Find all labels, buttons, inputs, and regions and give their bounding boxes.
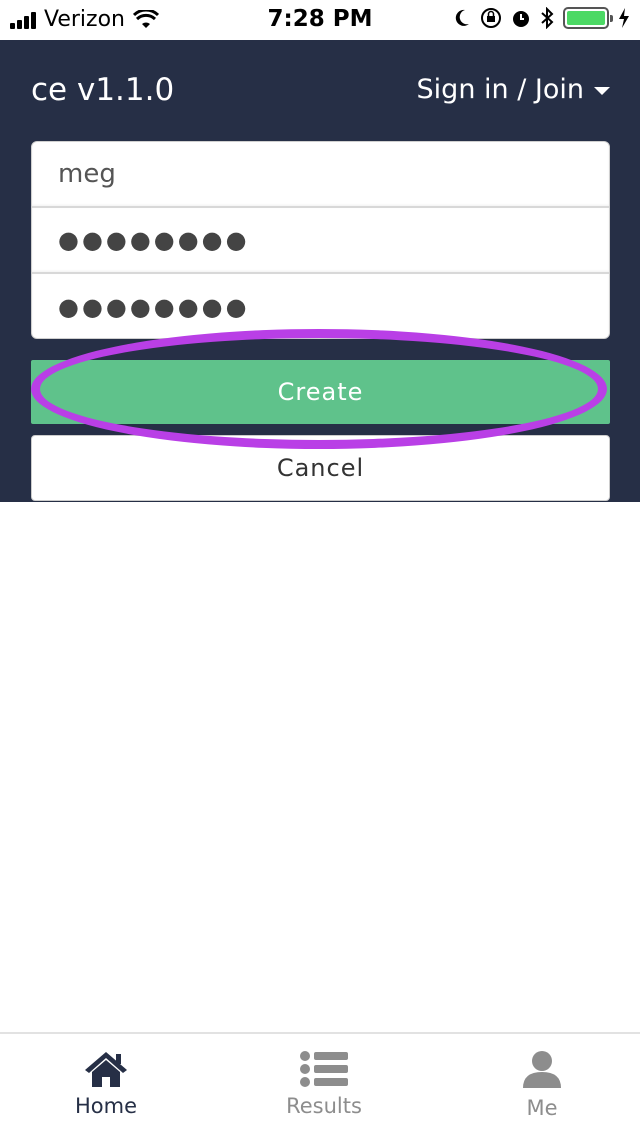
tab-bar: Home Results Me [0, 1032, 640, 1136]
app-title: ce v1.1.0 [31, 72, 175, 108]
sign-in-join-label: Sign in / Join [416, 74, 584, 105]
tab-results-label: Results [286, 1094, 362, 1118]
create-button[interactable]: Create [31, 360, 610, 424]
cancel-button[interactable]: Cancel [31, 435, 610, 501]
sign-in-join-menu[interactable]: Sign in / Join [417, 74, 610, 105]
battery-icon [563, 7, 613, 29]
alarm-icon [513, 11, 529, 27]
bluetooth-icon [541, 7, 554, 29]
confirm-password-field[interactable]: ●●●●●●●● [32, 274, 609, 338]
username-field[interactable]: meg [32, 142, 609, 208]
tab-home[interactable]: Home [46, 1050, 166, 1118]
rotation-lock-icon [481, 8, 501, 28]
user-icon [523, 1051, 561, 1088]
moon-icon [455, 9, 469, 26]
password-field[interactable]: ●●●●●●●● [32, 208, 609, 274]
signup-panel: ce v1.1.0 Sign in / Join meg ●●●●●●●● ●●… [0, 40, 640, 502]
tab-results[interactable]: Results [264, 1050, 384, 1118]
status-bar: Verizon 7:28 PM [0, 0, 640, 40]
tab-me-label: Me [526, 1096, 558, 1120]
tab-home-label: Home [74, 1094, 137, 1118]
home-icon [85, 1052, 127, 1087]
chevron-down-icon [594, 87, 610, 95]
status-right [453, 7, 630, 29]
tab-me[interactable]: Me [482, 1050, 602, 1120]
list-icon [300, 1051, 348, 1087]
signup-form: meg ●●●●●●●● ●●●●●●●● [31, 141, 610, 339]
charging-icon [619, 8, 629, 28]
